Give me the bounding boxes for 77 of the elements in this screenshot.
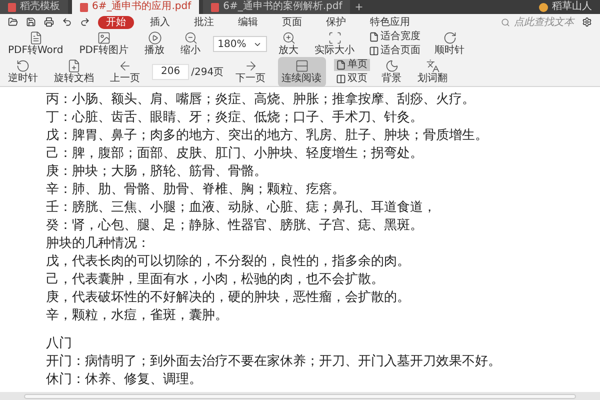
file-icon bbox=[8, 2, 16, 12]
text-line: 辛：肺、肋、骨骼、肋骨、脊椎、胸；颗粒、疙瘩。 bbox=[46, 181, 346, 199]
rotate-clockwise-icon bbox=[442, 31, 457, 45]
text-line: 戊，代表长肉的可以切除的，不分裂的，良性的，指多余的肉。 bbox=[46, 253, 411, 271]
frame-icon bbox=[328, 31, 342, 45]
text-line: 开门：病情明了；到外面去治疗不要在家休养；开刀、开门入墓开刀效果不好。 bbox=[46, 353, 502, 371]
page-icon bbox=[336, 60, 346, 70]
view-option[interactable]: 适合页面 bbox=[366, 45, 423, 57]
undo-icon[interactable] bbox=[62, 17, 72, 27]
avatar-icon bbox=[539, 2, 548, 12]
menu-tab[interactable]: 编辑 bbox=[230, 16, 266, 28]
file-icon bbox=[80, 2, 88, 12]
view-option[interactable]: 单页 bbox=[334, 59, 370, 71]
text-line: 庚，代表破坏性的不好解决的，硬的肿块，恶性瘤，会扩散的。 bbox=[46, 289, 411, 307]
text-line: 肿块的几种情况： bbox=[46, 235, 151, 253]
toolbar-button[interactable]: 下一页 bbox=[232, 57, 270, 87]
search-icon bbox=[501, 18, 510, 26]
toolbar-button[interactable]: 旋转文档 bbox=[50, 57, 98, 87]
text-line: 辛，颗粒，水痘，雀斑，囊肿。 bbox=[46, 307, 229, 325]
toolbar-button[interactable]: 上一页 bbox=[106, 57, 144, 87]
redo-icon[interactable] bbox=[80, 17, 90, 27]
settings-icon[interactable] bbox=[582, 17, 592, 27]
toolbar-button[interactable]: 连续阅读 bbox=[278, 57, 326, 87]
toolbar-button[interactable]: 逆时针 bbox=[4, 57, 42, 87]
document-icon bbox=[28, 31, 43, 45]
menu-tab[interactable]: 开始 bbox=[98, 16, 134, 28]
toolbar-button[interactable]: 划词翻 bbox=[414, 57, 452, 87]
columns-icon bbox=[368, 46, 379, 56]
menu-tab[interactable]: 保护 bbox=[318, 16, 354, 28]
zoom-select[interactable]: 180% bbox=[212, 36, 267, 52]
left-arrow-icon bbox=[118, 59, 132, 73]
print-icon[interactable] bbox=[44, 17, 54, 27]
text-line: 八门 bbox=[46, 335, 73, 353]
rotate-counterclockwise-icon bbox=[16, 59, 30, 73]
text-line: 丁：心脏、齿舌、眼睛、牙；炎症、低烧；口子、手术刀、针灸。 bbox=[46, 109, 424, 127]
text-line: 己，代表囊肿，里面有水，小肉，松驰的肉，也不会扩散。 bbox=[46, 271, 385, 289]
scrollbar[interactable] bbox=[24, 394, 576, 398]
text-line: 庚：肿块；大肠，脐轮、筋骨、骨骼。 bbox=[46, 163, 268, 181]
toolbar-button[interactable]: PDF转图片 bbox=[75, 29, 133, 59]
toolbar-button[interactable]: 播放 bbox=[140, 29, 169, 59]
zoom-out-icon bbox=[184, 31, 198, 45]
save-icon[interactable] bbox=[26, 17, 36, 27]
moon-icon bbox=[384, 59, 399, 73]
page-icon bbox=[368, 32, 379, 42]
document-tab[interactable]: 6#_通申书的案例解析.pdf bbox=[203, 0, 350, 14]
toolbar-button[interactable]: PDF转Word bbox=[4, 29, 68, 59]
document-tab[interactable]: 稻壳模板 bbox=[0, 0, 68, 14]
menu-tab[interactable]: 插入 bbox=[142, 16, 178, 28]
picture-icon bbox=[96, 31, 111, 45]
toolbar-button[interactable]: 顺时针 bbox=[430, 29, 469, 59]
rows-icon bbox=[294, 59, 309, 73]
file-icon bbox=[211, 2, 220, 12]
view-option[interactable]: 适合宽度 bbox=[366, 31, 423, 43]
columns-icon bbox=[336, 74, 346, 84]
menu-tab[interactable]: 页面 bbox=[274, 16, 310, 28]
text-line: 戊：脾胃、鼻子；肉多的地方、突出的地方、乳房、肚子、肿块；骨质增生。 bbox=[46, 127, 489, 145]
file-plus-icon bbox=[67, 59, 81, 73]
text-line: 休门：休养、修复、调理。 bbox=[46, 371, 203, 389]
menu-tab[interactable]: 批注 bbox=[186, 16, 222, 28]
toolbar-button[interactable]: 放大 bbox=[274, 29, 303, 59]
view-option[interactable]: 双页 bbox=[334, 73, 370, 85]
add-tab-icon[interactable] bbox=[354, 2, 364, 12]
toolbar-button[interactable]: 缩小 bbox=[176, 29, 205, 59]
user-name[interactable]: 稻草山人 bbox=[552, 1, 592, 13]
menu-tab[interactable]: 特色应用 bbox=[362, 16, 418, 28]
page-total: /294页 bbox=[191, 66, 224, 80]
play-icon bbox=[148, 31, 162, 45]
text-line: 己：脾，腹部；面部、皮肤、肛门、小肿块、轻度增生；拐弯处。 bbox=[46, 145, 424, 163]
open-icon[interactable] bbox=[8, 17, 18, 27]
text-line: 癸：肾，心包、腿、足；静脉、性器官、膀胱、子宫、痣、黑斑。 bbox=[46, 217, 424, 235]
toolbar-button[interactable]: 背景 bbox=[378, 57, 406, 87]
translate-icon bbox=[426, 59, 440, 73]
text-line: 丙：小肠、额头、肩、嘴唇；炎症、高烧、肿胀；推拿按摩、刮痧、火疗。 bbox=[46, 91, 476, 109]
text-line: 壬：膀胱、三焦、小腿；血液、动脉、心脏、痣；鼻孔、耳道食道， bbox=[46, 199, 437, 217]
zoom-in-icon bbox=[282, 31, 296, 45]
page-number-field[interactable]: 206 bbox=[152, 64, 190, 80]
document-tab[interactable]: 6#_通申书的应用.pdf bbox=[72, 0, 200, 14]
